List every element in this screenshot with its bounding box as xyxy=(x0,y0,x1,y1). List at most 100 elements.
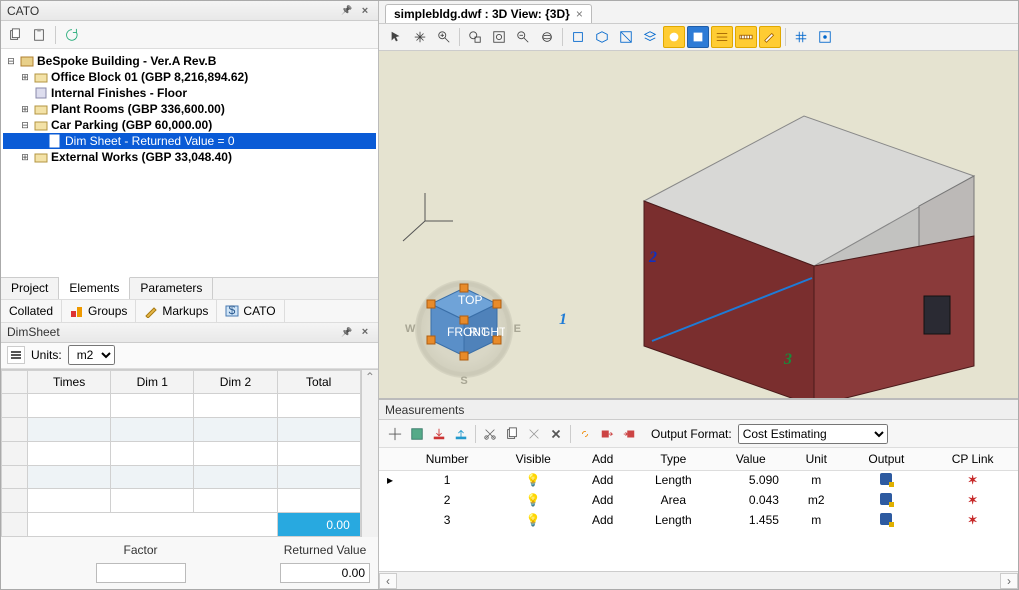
dimsheet-table[interactable]: Times Dim 1 Dim 2 Total 0.00 xyxy=(1,370,361,538)
col-type[interactable]: Type xyxy=(632,448,715,470)
output-icon[interactable] xyxy=(880,493,892,505)
col-value[interactable]: Value xyxy=(715,448,787,470)
cplink-remove-icon[interactable]: ✶ xyxy=(968,473,978,487)
tab-parameters[interactable]: Parameters xyxy=(130,278,213,299)
units-select[interactable]: m2 xyxy=(68,345,115,365)
strip-markups[interactable]: Markups xyxy=(136,300,217,322)
expand-icon[interactable]: ⊞ xyxy=(19,71,31,83)
refresh-icon[interactable] xyxy=(62,25,82,45)
tab-elements[interactable]: Elements xyxy=(59,277,130,299)
tool-cut-icon[interactable] xyxy=(480,424,500,444)
tree-node-dimsheet-selected[interactable]: Dim Sheet - Returned Value = 0 xyxy=(3,133,376,149)
tree-node-office[interactable]: ⊞ Office Block 01 (GBP 8,216,894.62) xyxy=(3,69,376,85)
shade-toggle-icon[interactable] xyxy=(687,26,709,48)
output-icon[interactable] xyxy=(880,473,892,485)
measurement-row[interactable]: ▸ 1 💡 Add Length 5.090 m ✶ xyxy=(379,470,1018,490)
grid-icon[interactable] xyxy=(790,26,812,48)
tree-node-plant[interactable]: ⊞ Plant Rooms (GBP 336,600.00) xyxy=(3,101,376,117)
col-output[interactable]: Output xyxy=(846,448,928,470)
horizontal-scrollbar[interactable]: ‹ › xyxy=(379,571,1018,589)
settings-icon[interactable] xyxy=(814,26,836,48)
collapse-icon[interactable]: ⊟ xyxy=(19,119,31,131)
tool-copy-icon[interactable] xyxy=(502,424,522,444)
dimsheet-total[interactable]: 0.00 xyxy=(277,513,360,537)
pin-icon[interactable] xyxy=(340,4,354,18)
collapse-icon[interactable]: ⊟ xyxy=(5,55,17,67)
cube-icon[interactable]: FRONT RIGHT TOP xyxy=(423,282,505,364)
tree-node-parking[interactable]: ⊟ Car Parking (GBP 60,000.00) xyxy=(3,117,376,133)
view-front-icon[interactable] xyxy=(567,26,589,48)
tool-import-icon[interactable] xyxy=(429,424,449,444)
scroll-left-icon[interactable]: ‹ xyxy=(379,573,397,589)
pin-icon[interactable] xyxy=(340,325,354,339)
measure-icon[interactable] xyxy=(735,26,757,48)
close-icon[interactable] xyxy=(358,325,372,339)
col-times[interactable]: Times xyxy=(28,370,111,394)
col-visible[interactable]: Visible xyxy=(493,448,573,470)
tool-delete-icon[interactable] xyxy=(546,424,566,444)
zoom-extents-icon[interactable] xyxy=(488,26,510,48)
tool-crosshair-icon[interactable] xyxy=(385,424,405,444)
paste-icon[interactable] xyxy=(29,25,49,45)
tool-recv-icon[interactable] xyxy=(619,424,639,444)
col-total[interactable]: Total xyxy=(277,370,360,394)
layers-icon[interactable] xyxy=(639,26,661,48)
zoom-window-icon[interactable] xyxy=(464,26,486,48)
strip-collated[interactable]: Collated xyxy=(1,300,62,322)
tree-root[interactable]: ⊟ BeSpoke Building - Ver.A Rev.B xyxy=(3,53,376,69)
measurement-row[interactable]: 3 💡 Add Length 1.455 m ✶ xyxy=(379,510,1018,530)
lightbulb-icon[interactable]: 💡 xyxy=(526,473,541,487)
highlight-toggle-icon[interactable] xyxy=(663,26,685,48)
project-tree[interactable]: ⊟ BeSpoke Building - Ver.A Rev.B ⊞ Offic… xyxy=(1,49,378,277)
tree-node-external[interactable]: ⊞ External Works (GBP 33,048.40) xyxy=(3,149,376,165)
lightbulb-icon[interactable]: 💡 xyxy=(526,493,541,507)
factor-input[interactable] xyxy=(96,563,186,583)
tool-export-icon[interactable] xyxy=(451,424,471,444)
cplink-remove-icon[interactable]: ✶ xyxy=(968,513,978,527)
col-dim1[interactable]: Dim 1 xyxy=(111,370,194,394)
tool-link-icon[interactable] xyxy=(575,424,595,444)
returned-value-input[interactable] xyxy=(280,563,370,583)
close-tab-icon[interactable]: × xyxy=(576,7,583,21)
3d-viewport[interactable]: 1 2 3 S E W xyxy=(379,51,1018,399)
cplink-remove-icon[interactable]: ✶ xyxy=(968,493,978,507)
close-icon[interactable] xyxy=(358,4,372,18)
document-tab[interactable]: simplebldg.dwf : 3D View: {3D} × xyxy=(385,4,592,23)
copy-icon[interactable] xyxy=(5,25,25,45)
strip-groups[interactable]: Groups xyxy=(62,300,136,322)
measurement-row[interactable]: 2 💡 Add Area 0.043 m2 ✶ xyxy=(379,490,1018,510)
strip-cato[interactable]: $ CATO xyxy=(217,300,284,322)
tab-project[interactable]: Project xyxy=(1,278,59,299)
col-number[interactable]: Number xyxy=(401,448,493,470)
zoom-in-icon[interactable] xyxy=(433,26,455,48)
list-icon[interactable] xyxy=(7,346,25,364)
measurements-grid[interactable]: Number Visible Add Type Value Unit Outpu… xyxy=(379,448,1018,571)
wireframe-icon[interactable] xyxy=(711,26,733,48)
col-unit[interactable]: Unit xyxy=(787,448,846,470)
tree-node-finishes[interactable]: ⊞ Internal Finishes - Floor xyxy=(3,85,376,101)
col-add[interactable]: Add xyxy=(573,448,632,470)
tool-cut2-icon[interactable] xyxy=(524,424,544,444)
dimsheet-grid[interactable]: Times Dim 1 Dim 2 Total 0.00 ⌃ xyxy=(1,369,378,590)
orbit-icon[interactable] xyxy=(536,26,558,48)
expand-icon[interactable]: ⊞ xyxy=(19,103,31,115)
output-icon[interactable] xyxy=(880,513,892,525)
section-icon[interactable] xyxy=(615,26,637,48)
cell-number: 1 xyxy=(401,470,493,490)
dimsheet-footer: Factor Returned Value xyxy=(1,537,378,589)
view-cube[interactable]: S E W FR xyxy=(409,274,519,384)
col-dim2[interactable]: Dim 2 xyxy=(194,370,277,394)
output-format-select[interactable]: Cost Estimating xyxy=(738,424,888,444)
scroll-right-icon[interactable]: › xyxy=(1000,573,1018,589)
view-iso-icon[interactable] xyxy=(591,26,613,48)
col-cplink[interactable]: CP Link xyxy=(927,448,1018,470)
vertical-scrollbar[interactable]: ⌃ xyxy=(361,370,378,538)
edit-icon[interactable] xyxy=(759,26,781,48)
tool-save-icon[interactable] xyxy=(407,424,427,444)
zoom-out-icon[interactable] xyxy=(512,26,534,48)
expand-icon[interactable]: ⊞ xyxy=(19,151,31,163)
lightbulb-icon[interactable]: 💡 xyxy=(526,513,541,527)
pan-icon[interactable] xyxy=(409,26,431,48)
pointer-icon[interactable] xyxy=(385,26,407,48)
tool-send-icon[interactable] xyxy=(597,424,617,444)
